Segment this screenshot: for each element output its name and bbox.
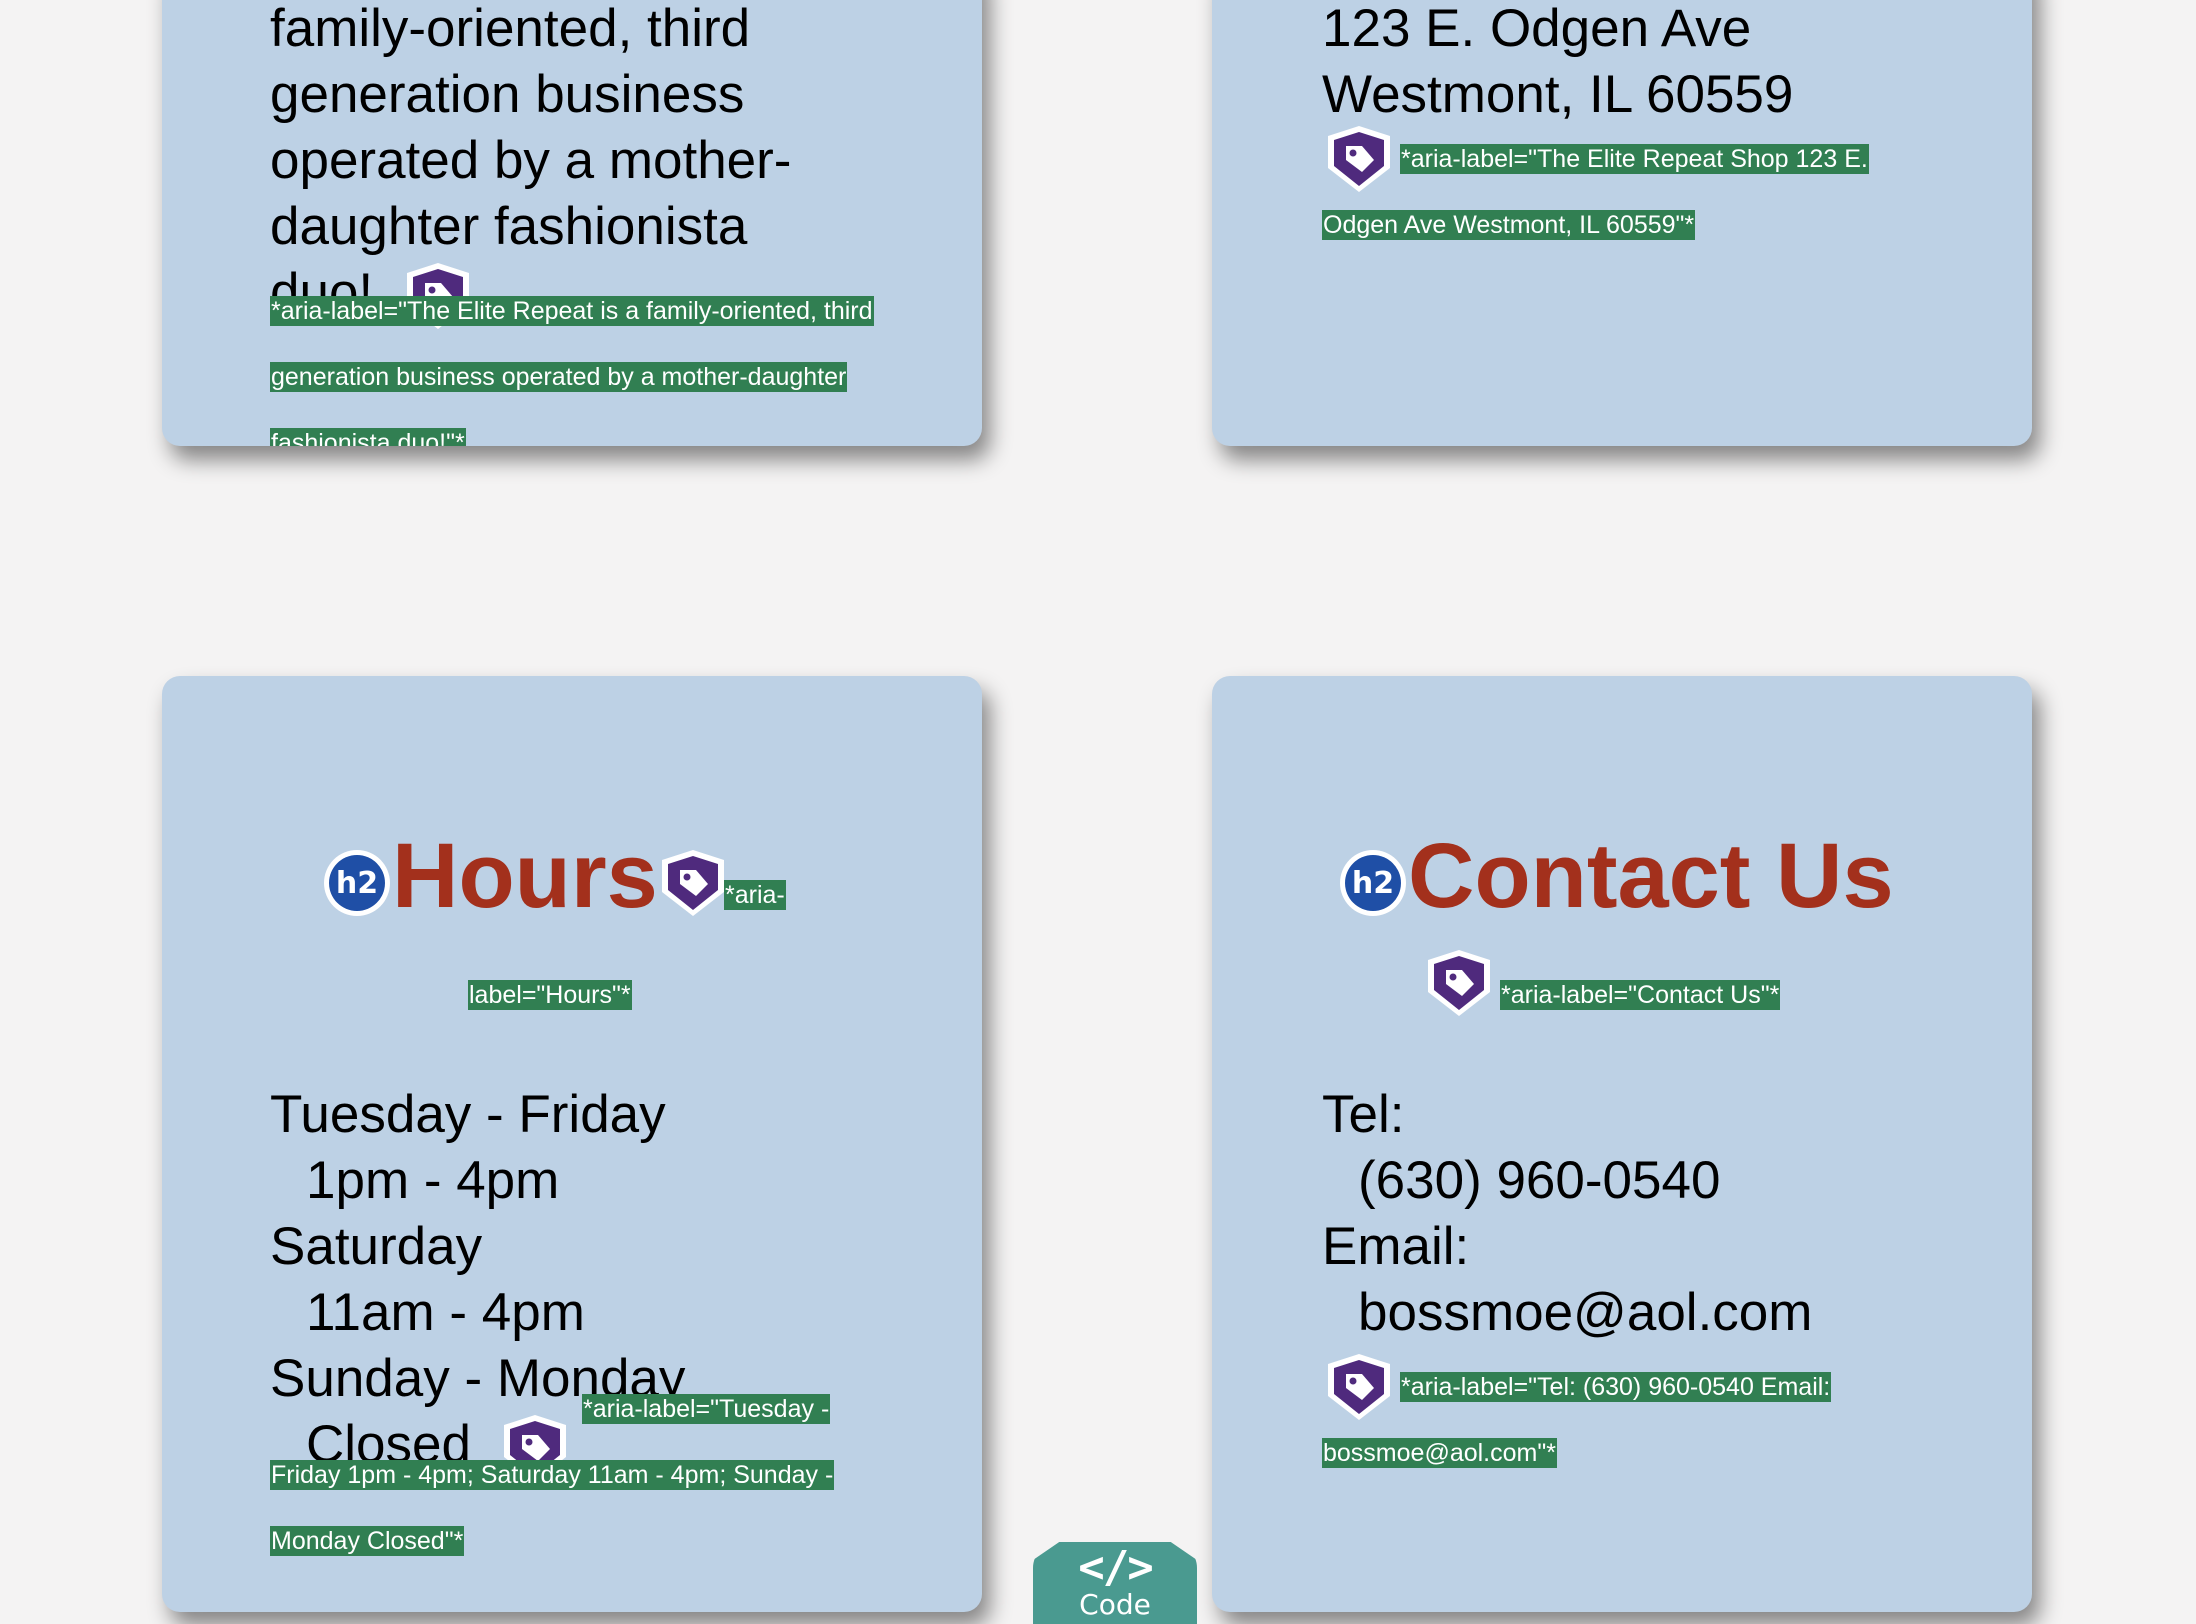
about-line: generation business [270, 65, 745, 124]
address-card: 123 E. Odgen Ave Westmont, IL 60559 *ari… [1212, 0, 2032, 446]
price-tag-icon[interactable] [1424, 948, 1494, 1018]
code-icon: </> [1078, 1542, 1153, 1593]
h2-badge-text: h2 [336, 866, 378, 901]
contact-details: Tel: (630) 960-0540 Email: bossmoe@aol.c… [1322, 1082, 1812, 1346]
email-label: Email: [1322, 1217, 1470, 1276]
h2-badge-icon: h2 [322, 848, 392, 918]
code-button[interactable]: </> Code [1033, 1542, 1197, 1624]
h2-badge-icon: h2 [1338, 848, 1408, 918]
address-aria-label: *aria-label="The Elite Repeat Shop 123 E… [1322, 144, 1869, 240]
price-tag-icon[interactable] [658, 848, 728, 918]
contact-heading-text: Contact Us [1408, 825, 1894, 927]
email-value[interactable]: bossmoe@aol.com [1322, 1280, 1812, 1346]
about-line: family-oriented, third [270, 0, 751, 58]
hours-time: 11am - 4pm [306, 1283, 585, 1342]
hours-heading-aria: *aria- [724, 880, 786, 910]
h2-badge-text: h2 [1352, 866, 1394, 901]
hours-day: Tuesday - Friday [270, 1085, 666, 1144]
tel-label: Tel: [1322, 1085, 1405, 1144]
hours-aria-label: *aria-label="Tuesday - Friday 1pm - 4pm;… [270, 1394, 835, 1556]
code-button-label: Code [1079, 1588, 1151, 1621]
about-line: daughter fashionista [270, 197, 748, 256]
hours-day: Saturday [270, 1217, 483, 1276]
address-text: 123 E. Odgen Ave Westmont, IL 60559 [1322, 0, 1793, 128]
tel-value[interactable]: (630) 960-0540 [1322, 1148, 1812, 1214]
contact-heading-tag-wrap [1424, 948, 1494, 1018]
hours-time: 1pm - 4pm [306, 1151, 560, 1210]
hours-card: h2 Hours *aria- label="Hours"* Tuesday -… [162, 676, 982, 1612]
address-street: 123 E. Odgen Ave [1322, 0, 1752, 58]
hours-heading: h2 Hours [322, 826, 728, 926]
hours-heading-aria-cont: label="Hours"* [468, 980, 632, 1010]
hours-heading-text: Hours [392, 825, 658, 927]
about-line: operated by a mother- [270, 131, 792, 190]
address-city: Westmont, IL 60559 [1322, 65, 1794, 124]
contact-heading: h2 Contact Us [1338, 826, 1894, 926]
about-card: family-oriented, third generation busine… [162, 0, 982, 446]
about-aria-label: *aria-label="The Elite Repeat is a famil… [270, 278, 910, 446]
contact-aria-label: *aria-label="Tel: (630) 960-0540 Email: … [1322, 1372, 1832, 1468]
contact-card: h2 Contact Us *aria-label="Contact Us"* … [1212, 676, 2032, 1612]
contact-heading-aria: *aria-label="Contact Us"* [1500, 980, 1781, 1010]
